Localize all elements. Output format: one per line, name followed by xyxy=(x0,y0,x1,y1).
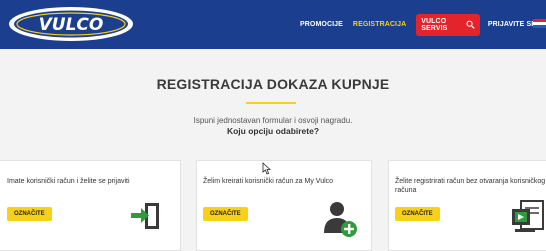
search-icon xyxy=(466,20,475,29)
card-register-without-account-button[interactable]: OZNAČITE xyxy=(395,207,440,221)
page-question: Koju opciju odabirete? xyxy=(226,126,320,136)
document-register-icon xyxy=(512,200,544,232)
croatia-flag-icon[interactable] xyxy=(533,19,546,28)
nav-promocije[interactable]: PROMOCIJE xyxy=(300,21,343,28)
main-nav: PROMOCIJE REGISTRACIJA VULCO SERVIS PRIJ… xyxy=(300,0,546,49)
nav-prijavite-se[interactable]: PRIJAVITE SE xyxy=(488,21,536,28)
card-login-button[interactable]: OZNAČITE xyxy=(7,207,52,221)
card-login-text: Imate korisnički račun i želite se prija… xyxy=(7,178,130,185)
svg-text:VULCO: VULCO xyxy=(39,15,104,35)
nav-vulco-servis-label: VULCO SERVIS xyxy=(421,17,448,32)
mouse-cursor-icon xyxy=(262,162,271,175)
title-divider xyxy=(246,102,296,104)
card-create-account[interactable]: Želim kreirati korisnički račun za My Vu… xyxy=(196,160,372,251)
login-door-icon xyxy=(131,203,159,229)
vulco-logo[interactable]: VULCO xyxy=(6,5,136,43)
card-create-account-button[interactable]: OZNAČITE xyxy=(203,207,248,221)
page-subtitle: Ispuni jednostavan formular i osvoji nag… xyxy=(193,116,353,125)
nav-vulco-servis-button[interactable]: VULCO SERVIS xyxy=(416,13,480,36)
nav-registracija[interactable]: REGISTRACIJA xyxy=(353,21,406,28)
add-user-icon xyxy=(324,202,357,237)
card-register-without-account[interactable]: Želite registrirati račun bez otvaranja … xyxy=(388,160,546,251)
card-login[interactable]: Imate korisnički račun i želite se prija… xyxy=(0,160,181,251)
page-title: REGISTRACIJA DOKAZA KUPNJE xyxy=(156,76,390,92)
card-create-account-text: Želim kreirati korisnički račun za My Vu… xyxy=(203,178,334,185)
card-register-without-account-text: Želite registrirati račun bez otvaranja … xyxy=(395,178,546,194)
site-header: VULCO PROMOCIJE REGISTRACIJA VULCO SERVI… xyxy=(0,0,546,49)
